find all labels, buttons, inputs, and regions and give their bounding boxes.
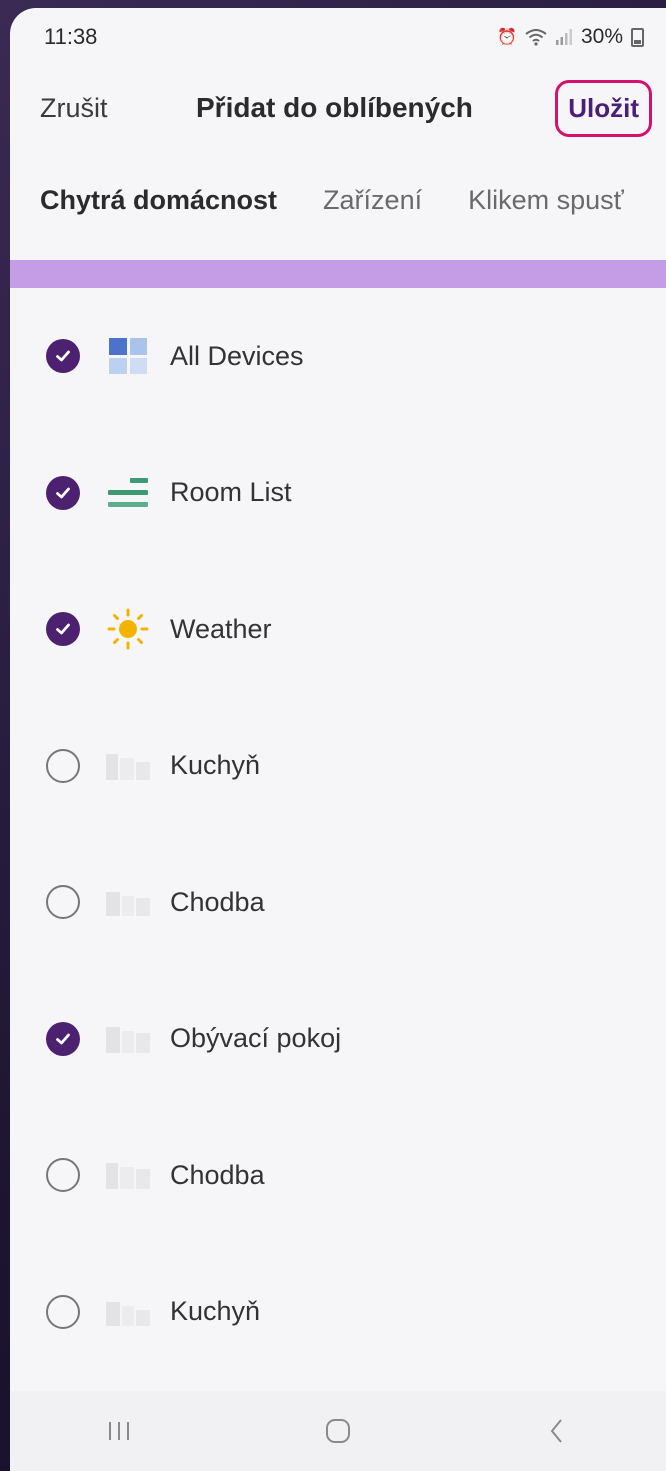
checkbox-checked-icon[interactable]: [46, 339, 80, 374]
cancel-button[interactable]: Zrušit: [40, 93, 108, 124]
checkbox-unchecked-icon[interactable]: [46, 1294, 80, 1329]
list-item-label: All Devices: [170, 340, 304, 371]
list-item-label: Room List: [170, 477, 292, 508]
sun-icon: [104, 608, 152, 650]
save-button[interactable]: Uložit: [555, 79, 652, 137]
checkbox-checked-icon[interactable]: [46, 1021, 80, 1056]
recent-apps-icon[interactable]: [89, 1406, 149, 1456]
list-item[interactable]: Obývací pokoj: [10, 971, 666, 1108]
tab-smart-home[interactable]: Chytrá domácnost: [40, 185, 277, 216]
list-item-label: Kuchyň: [170, 1296, 261, 1327]
list-item-label: Obývací pokoj: [170, 1023, 342, 1054]
tab-devices[interactable]: Zařízení: [323, 185, 422, 216]
list-item-label: Chodba: [170, 886, 265, 917]
favorites-list: All Devices Room List Weather Kuchyň Cho…: [10, 288, 666, 1380]
page-title: Přidat do oblíbených: [196, 92, 473, 123]
status-bar: 11:38 ⏰ 30%: [10, 8, 666, 66]
checkbox-unchecked-icon[interactable]: [46, 885, 80, 920]
list-item[interactable]: Weather: [10, 561, 666, 698]
list-item[interactable]: All Devices: [10, 288, 666, 425]
list-item[interactable]: Kuchyň: [10, 698, 666, 835]
room-thumbnail-icon: [104, 1019, 152, 1059]
checkbox-checked-icon[interactable]: [46, 612, 80, 647]
battery-percent: 30%: [580, 25, 623, 48]
system-nav-bar: [10, 1391, 666, 1471]
phone-screen: 11:38 ⏰ 30% Zrušit Přidat do oblíbených …: [10, 8, 666, 1471]
room-list-icon: [104, 473, 152, 513]
wifi-icon: [525, 29, 547, 46]
alarm-icon: ⏰: [497, 29, 517, 46]
header-bar: Zrušit Přidat do oblíbených Uložit: [10, 66, 666, 150]
list-item-label: Weather: [170, 613, 272, 644]
list-item-label: Kuchyň: [170, 750, 261, 781]
list-item[interactable]: Room List: [10, 425, 666, 562]
list-item[interactable]: Kuchyň: [10, 1244, 666, 1381]
checkbox-unchecked-icon[interactable]: [46, 1158, 80, 1193]
grid-icon: [104, 336, 152, 376]
tab-indicator: [10, 260, 666, 288]
home-icon[interactable]: [308, 1406, 368, 1456]
status-time: 11:38: [44, 24, 98, 49]
back-icon[interactable]: [527, 1406, 587, 1456]
checkbox-unchecked-icon[interactable]: [46, 748, 80, 783]
tab-bar: Chytrá domácnost Zařízení Klikem spusť: [10, 150, 666, 250]
room-thumbnail-icon: [104, 1292, 152, 1332]
room-thumbnail-icon: [104, 746, 152, 786]
tab-scenes[interactable]: Klikem spusť: [468, 185, 624, 216]
room-thumbnail-icon: [104, 1155, 152, 1195]
list-item[interactable]: Chodba: [10, 834, 666, 971]
signal-icon: [555, 29, 572, 45]
list-item-label: Chodba: [170, 1159, 265, 1190]
room-thumbnail-icon: [104, 882, 152, 922]
list-item[interactable]: Chodba: [10, 1107, 666, 1244]
checkbox-checked-icon[interactable]: [46, 475, 80, 510]
status-icons: ⏰ 30%: [497, 25, 644, 49]
battery-icon: [631, 27, 644, 47]
